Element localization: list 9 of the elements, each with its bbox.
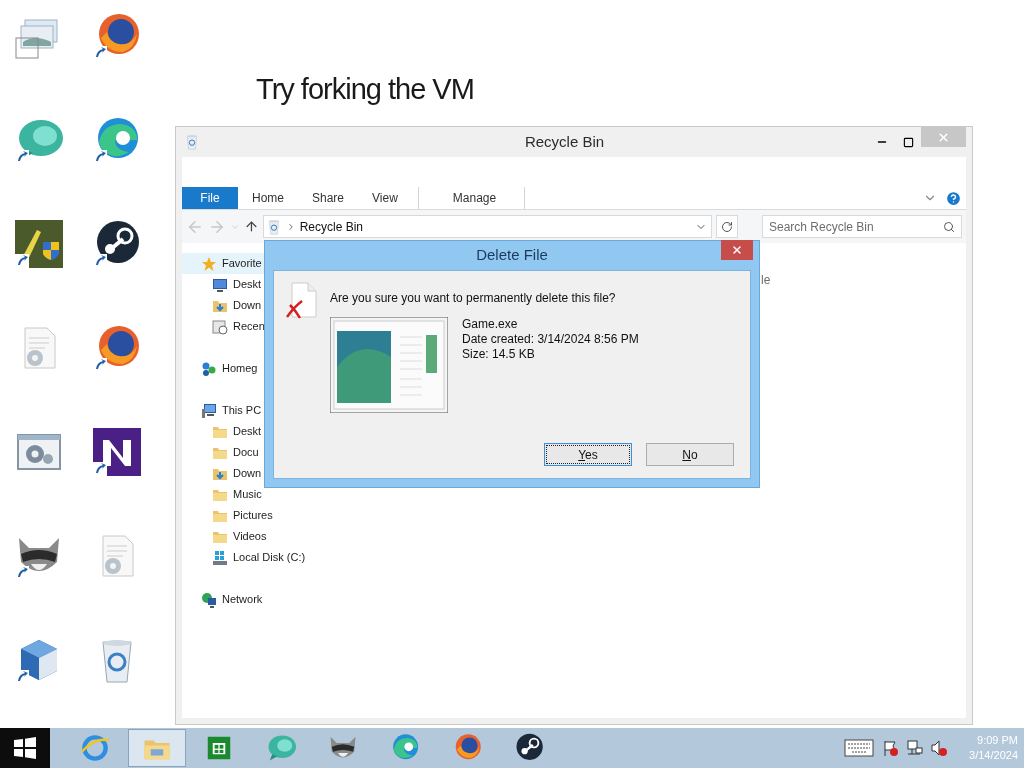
caption-text: Try forking the VM	[256, 72, 474, 107]
column-header: le	[761, 273, 771, 287]
file-name: Game.exe	[462, 317, 519, 332]
window-title: Recycle Bin	[523, 131, 606, 152]
dialog-title: Delete File	[476, 245, 548, 266]
file-date: Date created: 3/14/2024 8:56 PM	[462, 332, 639, 347]
address-text: Recycle Bin	[299, 218, 365, 236]
file-size: Size: 14.5 KB	[462, 347, 536, 362]
confirmation-message: Are you sure you want to permanently delete this file?	[330, 290, 617, 307]
